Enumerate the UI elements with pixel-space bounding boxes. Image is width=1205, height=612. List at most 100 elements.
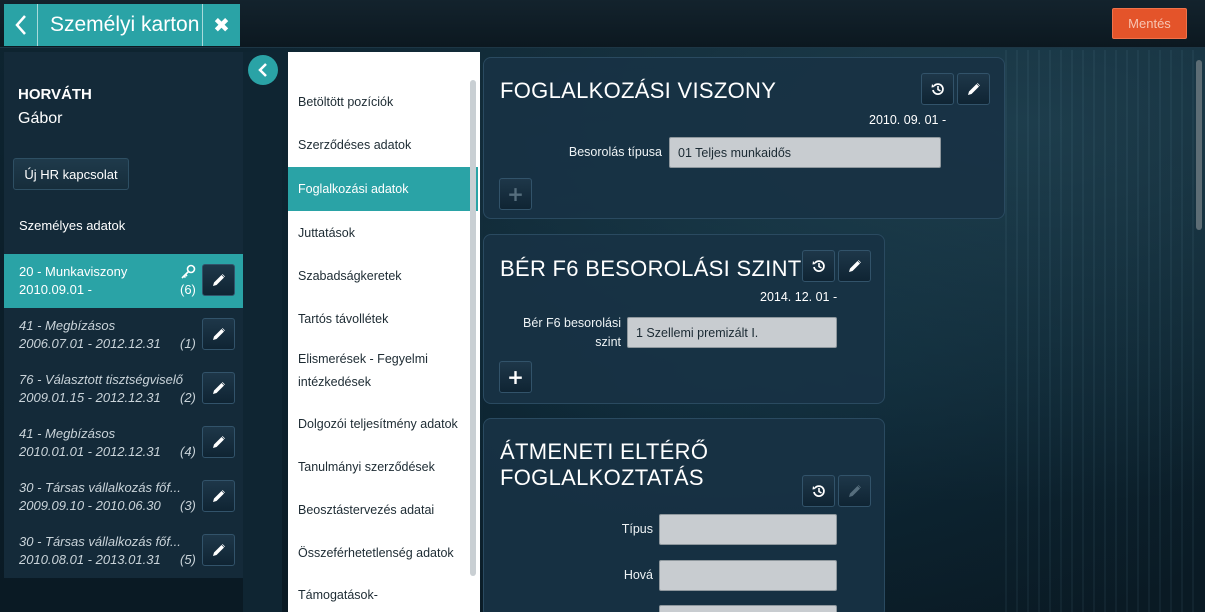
edit-button[interactable] — [838, 475, 871, 507]
background-pattern — [1005, 50, 1195, 612]
relation-dates: 2009.01.15 - 2012.12.31 — [19, 390, 161, 405]
back-button[interactable] — [4, 4, 38, 46]
edit-relation-button[interactable] — [202, 534, 235, 566]
page-title: Személyi karton — [50, 13, 200, 36]
relation-count: (4) — [180, 444, 196, 459]
nav-item-recognitions[interactable]: Elismerések - Fegyelmi — [288, 352, 478, 366]
edit-button[interactable] — [838, 250, 871, 282]
nav-item-study-contracts[interactable]: Tanulmányi szerződések — [288, 460, 478, 474]
personal-data-link[interactable]: Személyes adatok — [19, 218, 125, 233]
edit-relation-button[interactable] — [202, 264, 235, 296]
save-button[interactable]: Mentés — [1112, 8, 1187, 39]
relation-count: (3) — [180, 498, 196, 513]
person-last-name: HORVÁTH — [18, 86, 92, 103]
history-icon — [812, 485, 825, 497]
nav-item-positions[interactable]: Betöltött pozíciók — [288, 95, 478, 109]
close-icon: ✖ — [213, 13, 230, 37]
relation-title: 20 - Munkaviszony — [19, 264, 128, 279]
relation-dates: 2009.09.10 - 2010.06.30 — [19, 498, 161, 513]
nav-item-long-absences[interactable]: Tartós távollétek — [288, 312, 478, 326]
pencil-icon — [212, 382, 225, 394]
hr-relation-item[interactable]: 30 - Társas vállalkozás főf... 2009.09.1… — [4, 470, 243, 524]
edit-button[interactable] — [957, 73, 990, 105]
temporary-employment-card: ÁTMENETI ELTÉRŐ FOGLALKOZTATÁS Típus Hov… — [483, 418, 885, 612]
field-label: Hová — [623, 568, 653, 582]
salary-level-card: BÉR F6 BESOROLÁSI SZINT 2014. 12. 01 - B… — [483, 234, 885, 404]
nav-item-conflict-of-interest[interactable]: Összeférhetetlenség adatok — [288, 546, 478, 560]
effective-date: 2010. 09. 01 - — [869, 113, 947, 127]
hr-relation-item[interactable]: 76 - Választott tisztségviselő 2009.01.1… — [4, 362, 243, 416]
new-hr-relation-button[interactable]: Új HR kapcsolat — [13, 158, 129, 190]
relation-title: 41 - Megbízásos — [19, 426, 116, 441]
field-label: Besorolás típusa — [568, 145, 662, 159]
relation-title: 30 - Társas vállalkozás főf... — [19, 534, 181, 549]
relation-dates: 2010.09.01 - — [19, 282, 93, 297]
relation-title: 41 - Megbízásos — [19, 318, 116, 333]
relation-title: 30 - Társas vállalkozás főf... — [19, 480, 181, 495]
left-strip — [243, 52, 282, 612]
hr-relation-item[interactable]: 20 - Munkaviszony 2010.09.01 - (6) — [4, 254, 243, 308]
classification-type-field[interactable]: 01 Teljes munkaidős — [669, 137, 941, 168]
third-field[interactable] — [659, 605, 837, 612]
nav-item-leave-quotas[interactable]: Szabadságkeretek — [288, 269, 478, 283]
person-first-name: Gábor — [18, 110, 63, 127]
edit-relation-button[interactable] — [202, 318, 235, 350]
pencil-icon — [212, 544, 225, 556]
field-label-line2: szint — [595, 335, 621, 349]
history-button[interactable] — [802, 250, 835, 282]
key-icon — [181, 264, 196, 279]
nav-item-performance[interactable]: Dolgozói teljesítmény adatok — [288, 417, 478, 431]
edit-relation-button[interactable] — [202, 426, 235, 458]
hr-relation-item[interactable]: 41 - Megbízásos 2010.01.01 - 2012.12.31 … — [4, 416, 243, 470]
nav-item-recognitions-line2[interactable]: intézkedések — [288, 375, 478, 389]
collapse-panel-button[interactable] — [248, 55, 278, 85]
hr-relation-item[interactable]: 30 - Társas vállalkozás főf... 2010.08.0… — [4, 524, 243, 578]
add-button[interactable]: + — [499, 361, 532, 393]
add-button[interactable]: + — [499, 178, 532, 210]
pencil-icon — [212, 490, 225, 502]
card-title: BÉR F6 BESOROLÁSI SZINT — [500, 256, 802, 281]
pencil-icon — [848, 485, 861, 497]
section-nav: Betöltött pozíciók Szerződéses adatok Fo… — [288, 52, 480, 612]
destination-field[interactable] — [659, 560, 837, 591]
history-button[interactable] — [921, 73, 954, 105]
edit-relation-button[interactable] — [202, 372, 235, 404]
relation-count: (1) — [180, 336, 196, 351]
field-label: Bér F6 besorolási — [523, 316, 621, 330]
nav-item-scheduling[interactable]: Beosztástervezés adatai — [288, 503, 478, 517]
card-title: FOGLALKOZÁSI VISZONY — [500, 78, 777, 103]
pencil-icon — [212, 274, 225, 286]
title-block: Személyi karton ✖ — [4, 4, 240, 46]
nav-item-benefits[interactable]: Juttatások — [288, 226, 478, 240]
relation-count: (6) — [180, 282, 196, 297]
history-icon — [931, 83, 944, 95]
edit-relation-button[interactable] — [202, 480, 235, 512]
pencil-icon — [848, 260, 861, 272]
history-icon — [812, 260, 825, 272]
relation-dates: 2010.08.01 - 2013.01.31 — [19, 552, 161, 567]
main-scrollbar[interactable] — [1196, 60, 1202, 230]
relation-dates: 2006.07.01 - 2012.12.31 — [19, 336, 161, 351]
type-field[interactable] — [659, 514, 837, 545]
history-button[interactable] — [802, 475, 835, 507]
salary-level-field[interactable]: 1 Szellemi premizált I. — [627, 317, 837, 348]
pencil-icon — [212, 328, 225, 340]
close-button[interactable]: ✖ — [202, 4, 240, 46]
field-label: Típus — [621, 522, 653, 536]
relation-count: (5) — [180, 552, 196, 567]
top-bar: Személyi karton ✖ Mentés — [0, 0, 1205, 48]
relation-count: (2) — [180, 390, 196, 405]
relation-dates: 2010.01.01 - 2012.12.31 — [19, 444, 161, 459]
hr-relation-item[interactable]: 41 - Megbízásos 2006.07.01 - 2012.12.31 … — [4, 308, 243, 362]
employment-relation-card: FOGLALKOZÁSI VISZONY 2010. 09. 01 - Beso… — [483, 57, 1005, 219]
chevron-left-icon — [14, 15, 26, 35]
nav-item-contract-data[interactable]: Szerződéses adatok — [288, 138, 478, 152]
pencil-icon — [967, 83, 980, 95]
chevron-left-icon — [258, 63, 267, 77]
relation-title: 76 - Választott tisztségviselő — [19, 372, 184, 387]
nav-item-grants[interactable]: Támogatások- — [288, 588, 478, 602]
nav-item-employment-data[interactable]: Foglalkozási adatok — [288, 167, 478, 211]
nav-scrollbar[interactable] — [470, 80, 476, 576]
pencil-icon — [212, 436, 225, 448]
effective-date: 2014. 12. 01 - — [760, 290, 838, 304]
